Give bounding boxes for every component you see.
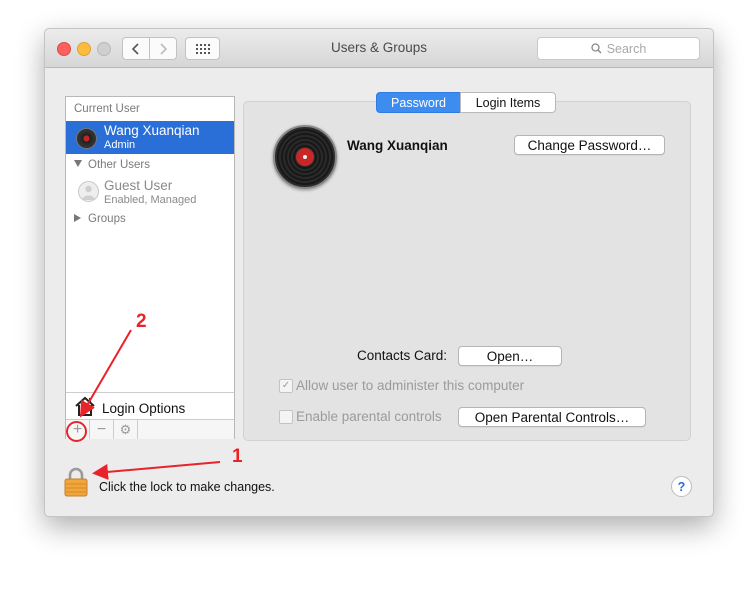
current-user-avatar: [76, 128, 97, 149]
minus-icon: −: [96, 420, 107, 438]
parental-controls-checkbox[interactable]: [279, 410, 293, 424]
action-menu-button[interactable]: ⚙: [114, 420, 138, 439]
current-user-role: Admin: [104, 139, 136, 151]
users-sidebar: Current User Wang Xuanqian Admin Other U…: [65, 96, 235, 439]
allow-admin-checkbox[interactable]: ✓: [279, 379, 293, 393]
lock-icon[interactable]: [64, 467, 88, 497]
change-password-button[interactable]: Change Password…: [514, 135, 665, 155]
open-contacts-button[interactable]: Open…: [458, 346, 562, 366]
parental-controls-label: Enable parental controls: [296, 409, 442, 424]
user-avatar-large[interactable]: [273, 125, 337, 189]
sidebar-toolbar: + − ⚙: [66, 419, 234, 439]
tab-login-items[interactable]: Login Items: [460, 92, 556, 113]
gear-icon: ⚙: [119, 421, 132, 437]
login-options-label: Login Options: [102, 401, 186, 416]
house-icon: [75, 396, 95, 416]
annotation-label-2: 2: [136, 311, 147, 332]
guest-user-icon: [78, 181, 99, 202]
remove-user-button[interactable]: −: [90, 420, 114, 439]
guest-user-status: Enabled, Managed: [104, 194, 197, 206]
groups-heading: Groups: [88, 213, 126, 225]
contacts-card-label: Contacts Card:: [357, 348, 448, 363]
other-users-heading: Other Users: [88, 159, 150, 171]
search-icon: [591, 43, 602, 54]
tab-password[interactable]: Password: [376, 92, 461, 113]
login-options-item[interactable]: Login Options: [66, 392, 234, 420]
lock-message: Click the lock to make changes.: [99, 480, 275, 494]
title-bar: Users & Groups Search: [45, 29, 713, 68]
open-parental-controls-button[interactable]: Open Parental Controls…: [458, 407, 646, 427]
disclosure-down-icon[interactable]: [74, 160, 82, 167]
disclosure-right-icon[interactable]: [74, 214, 81, 222]
current-user-heading: Current User: [74, 103, 140, 115]
add-button-highlight: [66, 421, 87, 442]
annotation-label-1: 1: [232, 446, 243, 467]
current-user-name: Wang Xuanqian: [104, 123, 200, 138]
allow-admin-label: Allow user to administer this computer: [296, 378, 525, 393]
search-input[interactable]: Search: [537, 37, 700, 60]
search-placeholder: Search: [606, 41, 647, 56]
help-button[interactable]: ?: [671, 476, 692, 497]
users-groups-window: Users & Groups Search Current User Wang …: [44, 28, 714, 517]
guest-user-name[interactable]: Guest User: [104, 178, 172, 193]
user-full-name: Wang Xuanqian: [347, 138, 448, 153]
